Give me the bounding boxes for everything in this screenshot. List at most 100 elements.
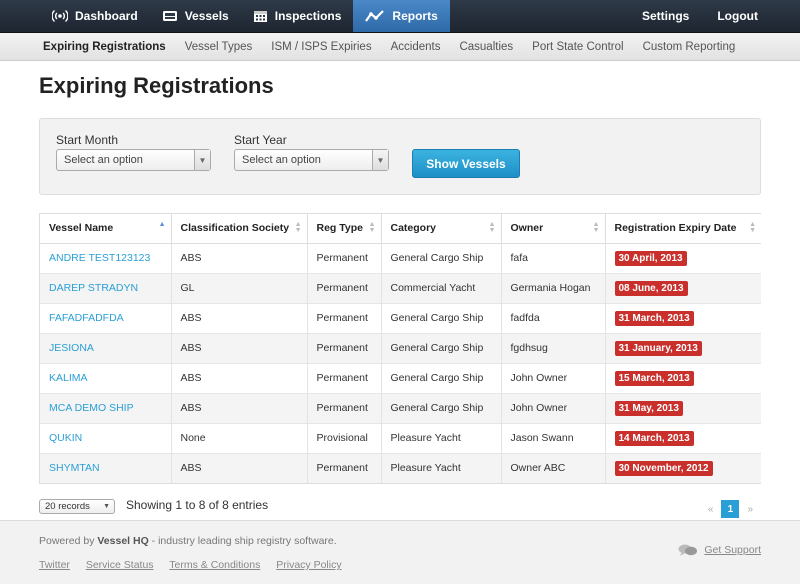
column-header-owner[interactable]: Owner ▲ ▼ <box>501 214 606 244</box>
start-year-select[interactable]: Select an option ▼ <box>234 149 389 171</box>
cell-vessel-name: KALIMA <box>40 362 172 393</box>
next-page-button[interactable]: » <box>747 504 753 515</box>
table-info: Showing 1 to 8 of 8 entries <box>126 498 269 512</box>
powered-suffix: - industry leading ship registry softwar… <box>148 535 337 547</box>
nav-vessels[interactable]: Vessels <box>150 0 241 32</box>
cell-vessel-name: MCA DEMO SHIP <box>40 392 172 423</box>
cell-owner: fgdhsug <box>501 332 606 363</box>
cell-owner: John Owner <box>501 362 606 393</box>
start-month-select[interactable]: Select an option ▼ <box>56 149 211 171</box>
top-navbar: Dashboard Vessels Inspections Reports Se… <box>0 0 800 33</box>
cell-classification: ABS <box>171 392 308 423</box>
cell-classification: ABS <box>171 362 308 393</box>
prev-page-button[interactable]: « <box>708 504 714 515</box>
cell-category: General Cargo Ship <box>381 332 502 363</box>
cell-expiry: 15 March, 2013 <box>605 362 761 393</box>
column-header-label: Vessel Name <box>49 222 114 235</box>
vessel-link[interactable]: QUKIN <box>49 432 82 444</box>
subnav-custom-reporting[interactable]: Custom Reporting <box>643 41 736 53</box>
cell-reg-type: Permanent <box>307 332 382 363</box>
column-header-vessel-name[interactable]: Vessel Name ▲ <box>40 214 172 244</box>
column-header-classification-society[interactable]: Classification Society ▲ ▼ <box>171 214 308 244</box>
vessel-link[interactable]: FAFADFADFDA <box>49 312 124 324</box>
column-header-label: Classification Society <box>180 222 290 235</box>
cell-reg-type: Permanent <box>307 272 382 303</box>
sort-icon: ▲ ▼ <box>368 221 376 234</box>
terms-link[interactable]: Terms & Conditions <box>169 559 260 571</box>
page-1-button[interactable]: 1 <box>721 500 740 518</box>
start-year-group: Start Year Select an option ▼ <box>234 133 389 171</box>
cell-category: Pleasure Yacht <box>381 452 502 483</box>
column-header-category[interactable]: Category ▲ ▼ <box>381 214 502 244</box>
cell-vessel-name: ANDRE TEST123123 <box>40 242 172 273</box>
cell-reg-type: Permanent <box>307 392 382 423</box>
account-nav: Settings Logout <box>628 0 800 32</box>
subnav-expiring-registrations[interactable]: Expiring Registrations <box>43 41 166 53</box>
table-row: DAREP STRADYN GL Permanent Commercial Ya… <box>40 272 761 303</box>
service-status-link[interactable]: Service Status <box>86 559 154 571</box>
cell-classification: ABS <box>171 452 308 483</box>
registrations-table-container: Vessel Name ▲ Classification Society ▲ ▼ Re… <box>39 213 761 484</box>
cell-reg-type: Provisional <box>307 422 382 453</box>
cell-vessel-name: DAREP STRADYN <box>40 272 172 303</box>
vessel-link[interactable]: ANDRE TEST123123 <box>49 252 150 264</box>
subnav-port-state-control[interactable]: Port State Control <box>532 41 623 53</box>
sort-icon: ▲ ▼ <box>488 221 496 234</box>
main-content: Expiring Registrations Start Month Selec… <box>0 73 800 524</box>
subnav-ism-isps-expiries[interactable]: ISM / ISPS Expiries <box>271 41 371 53</box>
sort-icon: ▲ ▼ <box>592 221 600 234</box>
registrations-table: Vessel Name ▲ Classification Society ▲ ▼ Re… <box>40 214 761 483</box>
nav-settings[interactable]: Settings <box>628 0 703 32</box>
wireless-icon <box>52 9 68 23</box>
sort-ascending-icon: ▲ <box>158 221 166 228</box>
expiry-date-badge: 30 November, 2012 <box>614 460 713 476</box>
cell-classification: ABS <box>171 242 308 273</box>
get-support-link[interactable]: Get Support <box>678 543 761 557</box>
cell-owner: fadfda <box>501 302 606 333</box>
start-month-label: Start Month <box>56 133 119 147</box>
table-row: FAFADFADFDA ABS Permanent General Cargo … <box>40 302 761 333</box>
column-header-reg-type[interactable]: Reg Type ▲ ▼ <box>307 214 382 244</box>
sort-icon: ▲ ▼ <box>749 221 756 234</box>
chevron-down-icon: ▼ <box>194 150 210 170</box>
column-header-label: Reg Type <box>316 222 363 235</box>
cell-category: General Cargo Ship <box>381 392 502 423</box>
cell-classification: ABS <box>171 332 308 363</box>
pagination: « 1 » <box>700 500 761 518</box>
page-title: Expiring Registrations <box>39 73 274 98</box>
column-header-registration-expiry-date[interactable]: Registration Expiry Date ▲ ▼ <box>605 214 761 244</box>
nav-inspections[interactable]: Inspections <box>241 0 354 32</box>
column-header-label: Registration Expiry Date <box>614 222 737 235</box>
cell-vessel-name: SHYMTAN <box>40 452 172 483</box>
subnav-vessel-types[interactable]: Vessel Types <box>185 41 253 53</box>
nav-reports[interactable]: Reports <box>353 0 450 32</box>
cell-owner: Jason Swann <box>501 422 606 453</box>
records-per-page-value: 20 records <box>45 501 90 512</box>
vessel-link[interactable]: JESIONA <box>49 342 94 354</box>
show-vessels-button[interactable]: Show Vessels <box>412 149 520 178</box>
cell-vessel-name: FAFADFADFDA <box>40 302 172 333</box>
footer-links: Twitter Service Status Terms & Condition… <box>39 559 761 571</box>
twitter-link[interactable]: Twitter <box>39 559 70 571</box>
cell-expiry: 31 March, 2013 <box>605 302 761 333</box>
records-per-page-select[interactable]: 20 records ▼ <box>39 499 115 514</box>
nav-dashboard[interactable]: Dashboard <box>40 0 150 32</box>
reports-subnav: Expiring Registrations Vessel Types ISM … <box>0 33 800 61</box>
cell-expiry: 30 November, 2012 <box>605 452 761 483</box>
vessel-link[interactable]: MCA DEMO SHIP <box>49 402 134 414</box>
table-header-row: Vessel Name ▲ Classification Society ▲ ▼ Re… <box>40 214 761 244</box>
nav-inspections-label: Inspections <box>274 9 342 23</box>
privacy-link[interactable]: Privacy Policy <box>276 559 341 571</box>
chevron-down-icon: ▼ <box>372 150 388 170</box>
powered-prefix: Powered by <box>39 535 98 547</box>
subnav-accidents[interactable]: Accidents <box>391 41 441 53</box>
vessel-link[interactable]: DAREP STRADYN <box>49 282 138 294</box>
cell-expiry: 31 May, 2013 <box>605 392 761 423</box>
vessel-link[interactable]: SHYMTAN <box>49 462 100 474</box>
subnav-casualties[interactable]: Casualties <box>459 41 513 53</box>
vessel-icon <box>162 11 177 21</box>
start-month-value: Select an option <box>64 154 143 166</box>
nav-logout[interactable]: Logout <box>703 0 772 32</box>
cell-expiry: 14 March, 2013 <box>605 422 761 453</box>
vessel-link[interactable]: KALIMA <box>49 372 88 384</box>
